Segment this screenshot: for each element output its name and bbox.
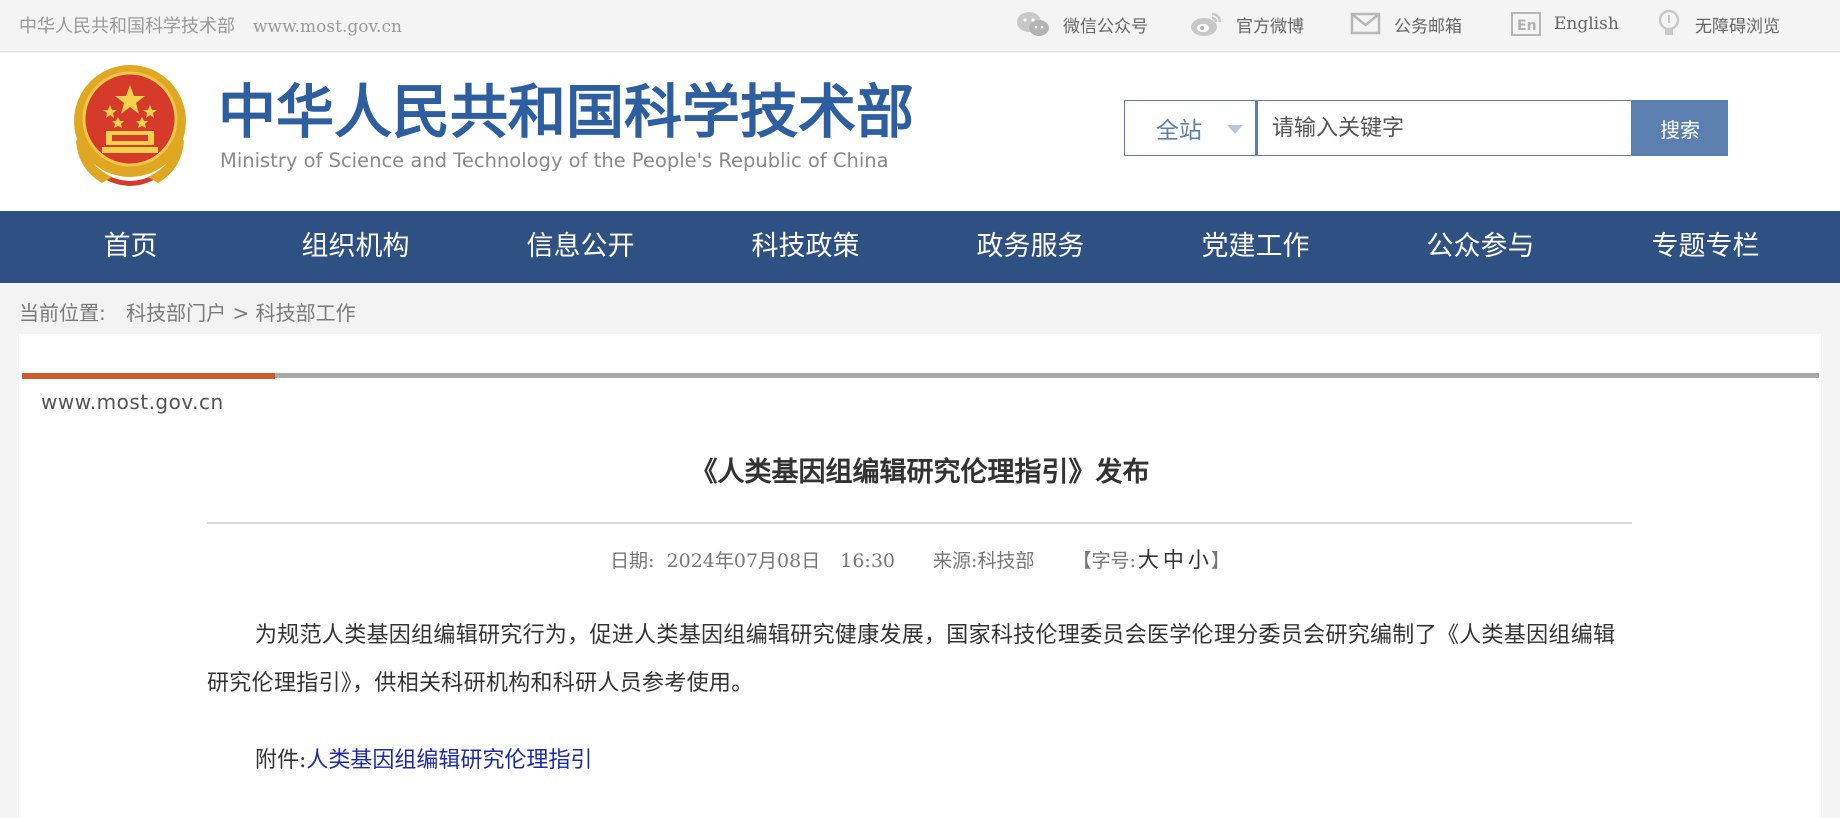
wechat-link[interactable]: 微信公众号 [1015, 9, 1148, 39]
font-size-switcher: 【字号:大中小】 [1072, 548, 1230, 572]
accessibility-icon [1658, 9, 1680, 35]
nav-item-services[interactable]: 政务服务 [918, 211, 1143, 283]
breadcrumb-portal-link[interactable]: 科技部门户 [126, 301, 226, 325]
header-rule [22, 373, 1819, 378]
wechat-icon [1017, 12, 1049, 36]
nav-item-info-disclosure[interactable]: 信息公开 [468, 211, 693, 283]
search-scope-value: 全站 [1156, 118, 1202, 144]
breadcrumb: 当前位置: 科技部门户 > 科技部工作 [19, 297, 356, 326]
site-name: 中华人民共和国科学技术部 [19, 16, 235, 37]
nav-item-topics[interactable]: 专题专栏 [1593, 211, 1818, 283]
attachment-label: 附件: [255, 748, 307, 773]
article-title: 《人类基因组编辑研究伦理指引》发布 [690, 457, 1150, 488]
search-button[interactable]: 搜索 [1632, 100, 1728, 156]
font-size-medium-button[interactable]: 中 [1163, 548, 1184, 572]
english-icon: En [1511, 12, 1541, 36]
breadcrumb-work-link[interactable]: 科技部工作 [256, 301, 356, 325]
national-emblem-icon[interactable] [72, 65, 188, 187]
mail-icon [1350, 12, 1381, 35]
caret-down-icon [1227, 125, 1243, 134]
nav-item-policy[interactable]: 科技政策 [693, 211, 918, 283]
search-scope-select[interactable]: 全站 [1124, 100, 1256, 156]
attachment-link[interactable]: 人类基因组编辑研究伦理指引 [306, 748, 592, 773]
header-rule-accent [22, 373, 275, 379]
article-date: 2024年07月08日 [666, 550, 821, 572]
attachment: 附件:人类基因组编辑研究伦理指引 [255, 742, 592, 774]
site-url: www.most.gov.cn [253, 17, 402, 37]
site-identity: 中华人民共和国科学技术部 www.most.gov.cn [19, 12, 402, 38]
weibo-link[interactable]: 官方微博 [1190, 9, 1304, 39]
watermark-url: www.most.gov.cn [41, 390, 224, 414]
svg-text:En: En [1517, 18, 1537, 34]
font-size-small-button[interactable]: 小 [1188, 548, 1209, 572]
article-panel: www.most.gov.cn 《人类基因组编辑研究伦理指引》发布 日期: 20… [19, 334, 1821, 818]
source-info: 来源:科技部 [933, 550, 1035, 572]
main-nav: 首页 组织机构 信息公开 科技政策 政务服务 党建工作 公众参与 专题专栏 [0, 211, 1840, 283]
weibo-icon [1191, 12, 1222, 36]
accessibility-link[interactable]: 无障碍浏览 [1655, 9, 1780, 39]
nav-item-organization[interactable]: 组织机构 [243, 211, 468, 283]
nav-item-home[interactable]: 首页 [18, 211, 243, 283]
nav-item-party[interactable]: 党建工作 [1143, 211, 1368, 283]
top-bar: 中华人民共和国科学技术部 www.most.gov.cn 微信公众号 官方微博 公… [0, 0, 1840, 52]
font-size-large-button[interactable]: 大 [1138, 548, 1159, 572]
article-body: 为规范人类基因组编辑研究行为，促进人类基因组编辑研究健康发展，国家科技伦理委员会… [207, 623, 1616, 696]
breadcrumb-separator: > [232, 301, 250, 325]
article-meta: 日期: 2024年07月08日 16:30 来源:科技部 【字号:大中小】 [19, 544, 1821, 574]
article-time: 16:30 [840, 550, 895, 572]
logo-title-cn[interactable]: 中华人民共和国科学技术部 [218, 81, 914, 143]
title-divider [207, 522, 1632, 524]
date-info: 日期: 2024年07月08日 16:30 [610, 550, 895, 572]
article-source: 科技部 [977, 550, 1035, 572]
english-link[interactable]: En English [1510, 9, 1619, 39]
site-header: 中华人民共和国科学技术部 Ministry of Science and Tec… [0, 53, 1840, 211]
breadcrumb-label: 当前位置: [19, 301, 106, 325]
nav-item-public[interactable]: 公众参与 [1368, 211, 1593, 283]
mail-link[interactable]: 公务邮箱 [1350, 9, 1462, 39]
search-bar: 全站 搜索 [1124, 100, 1728, 156]
search-input[interactable] [1256, 100, 1632, 156]
logo-title-en: Ministry of Science and Technology of th… [220, 149, 889, 172]
